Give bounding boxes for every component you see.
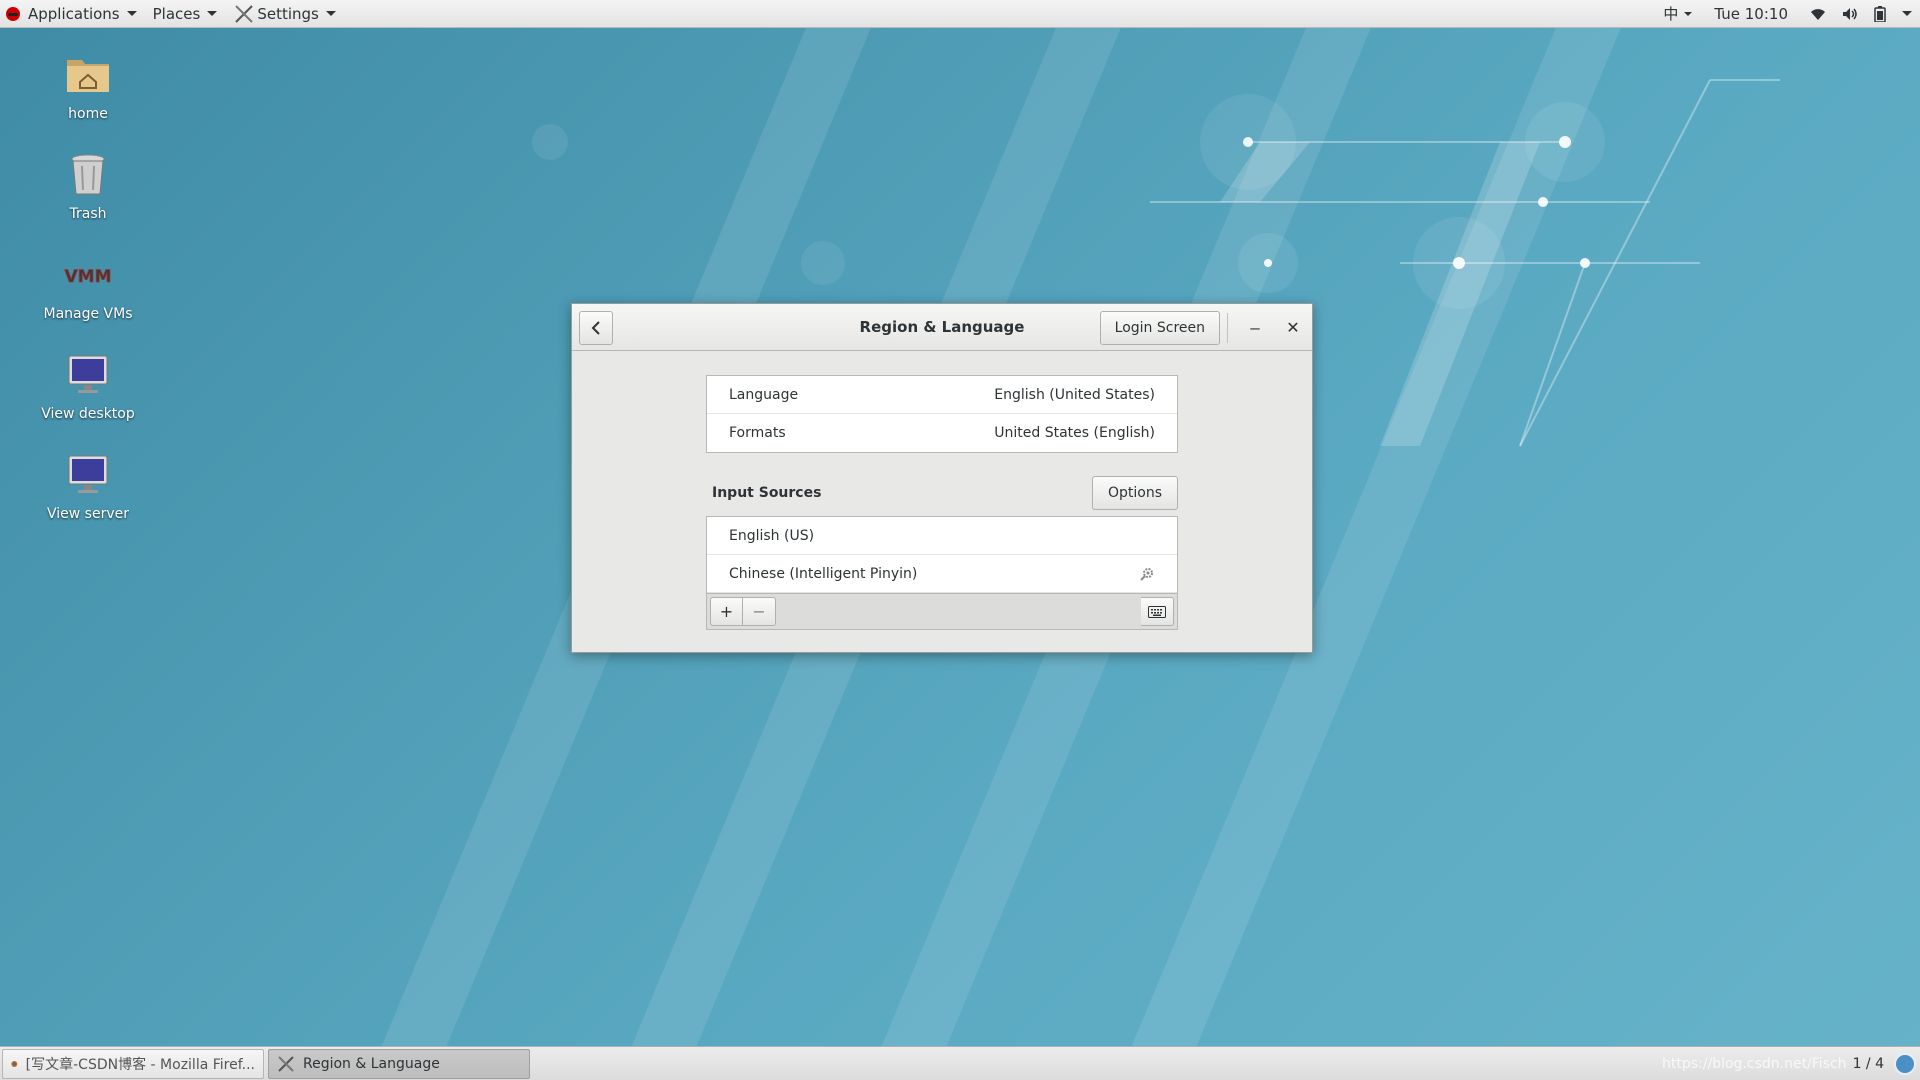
desktop-icon-view-server[interactable]: View server (18, 450, 158, 522)
list-item[interactable]: English (US) (707, 517, 1177, 555)
wifi-icon[interactable] (1810, 7, 1826, 21)
desktop-icon-trash[interactable]: Trash (18, 150, 158, 222)
battery-icon[interactable] (1874, 5, 1886, 22)
close-button[interactable]: ✕ (1280, 315, 1306, 341)
input-sources-list: English (US) Chinese (Intelligent Pinyin… (706, 516, 1178, 630)
firefox-icon (11, 1060, 18, 1067)
add-input-source-button[interactable]: + (710, 597, 743, 626)
applications-menu[interactable]: Applications (0, 0, 147, 28)
settings-tools-icon (278, 1055, 294, 1072)
login-screen-button[interactable]: Login Screen (1099, 311, 1220, 345)
input-sources-heading: Input Sources (712, 485, 822, 501)
desktop-icon-label: Trash (69, 206, 107, 222)
task-label: [写文章-CSDN博客 - Mozilla Firef... (25, 1056, 255, 1073)
chevron-down-icon (1684, 11, 1693, 16)
region-language-dialog: Region & Language Login Screen – ✕ Langu… (571, 303, 1313, 653)
list-item[interactable]: Chinese (Intelligent Pinyin) (707, 555, 1177, 593)
system-menu-chevron-icon[interactable] (1902, 11, 1912, 16)
input-sources-toolbar: + − (707, 593, 1177, 629)
top-bar: Applications Places Settings 中 Tue 10:10 (0, 0, 1920, 28)
formats-row[interactable]: Formats United States (English) (707, 414, 1177, 452)
settings-menu[interactable]: Settings (227, 0, 346, 28)
input-method-label: 中 (1663, 5, 1679, 23)
chevron-down-icon (126, 11, 137, 16)
input-source-label: Chinese (Intelligent Pinyin) (729, 565, 918, 582)
taskbar: [写文章-CSDN博客 - Mozilla Firef... Region & … (0, 1046, 1920, 1080)
back-button[interactable] (579, 311, 613, 345)
watermark-text: https://blog.csdn.net/Fisch (1662, 1055, 1847, 1072)
trash-icon (71, 154, 105, 195)
keyboard-layout-button[interactable] (1141, 597, 1174, 626)
redhat-logo-icon (6, 6, 20, 21)
task-firefox[interactable]: [写文章-CSDN博客 - Mozilla Firef... (2, 1048, 264, 1079)
input-method-indicator[interactable]: 中 (1663, 3, 1693, 24)
options-button[interactable]: Options (1092, 476, 1178, 510)
notification-tray-icon[interactable] (1894, 1052, 1916, 1075)
desktop-icon-view-desktop[interactable]: View desktop (18, 350, 158, 422)
task-region-language[interactable]: Region & Language (268, 1048, 530, 1079)
settings-tools-icon (235, 4, 254, 23)
language-value: English (United States) (994, 386, 1155, 403)
task-label: Region & Language (303, 1055, 440, 1072)
monitor-icon (68, 355, 108, 393)
formats-value: United States (English) (994, 425, 1155, 441)
header-separator (1227, 313, 1228, 343)
volume-icon[interactable] (1842, 7, 1858, 21)
vm-icon: VMM (64, 267, 112, 288)
language-label: Language (729, 386, 799, 403)
input-source-label: English (US) (729, 527, 815, 544)
workspace-indicator[interactable]: 1 / 4 (1853, 1056, 1884, 1072)
clock[interactable]: Tue 10:10 (1714, 5, 1788, 23)
settings-label: Settings (257, 4, 319, 23)
keyboard-icon (1148, 605, 1166, 618)
desktop-icon-label: View server (47, 506, 129, 522)
desktop-icon-manage-vms[interactable]: VMM Manage VMs (18, 250, 158, 322)
language-row[interactable]: Language English (United States) (707, 376, 1177, 414)
minimize-button[interactable]: – (1242, 315, 1268, 341)
places-menu[interactable]: Places (147, 0, 228, 28)
desktop-icon-home[interactable]: home (18, 50, 158, 122)
applications-label: Applications (28, 4, 120, 23)
svg-text:VMM: VMM (65, 267, 112, 287)
chevron-down-icon (207, 11, 218, 16)
desktop-icon-label: Manage VMs (43, 306, 133, 322)
gear-icon[interactable] (1139, 566, 1155, 582)
language-formats-list: Language English (United States) Formats… (706, 375, 1178, 453)
formats-label: Formats (729, 425, 786, 441)
desktop-icon-label: View desktop (41, 406, 135, 422)
home-folder-icon (67, 60, 109, 92)
chevron-left-icon (591, 321, 600, 335)
monitor-icon (68, 455, 108, 493)
remove-input-source-button[interactable]: − (743, 597, 776, 626)
chevron-down-icon (325, 11, 336, 16)
dialog-header: Region & Language Login Screen – ✕ (572, 304, 1312, 351)
desktop-icon-label: home (68, 106, 108, 122)
places-label: Places (152, 4, 201, 23)
